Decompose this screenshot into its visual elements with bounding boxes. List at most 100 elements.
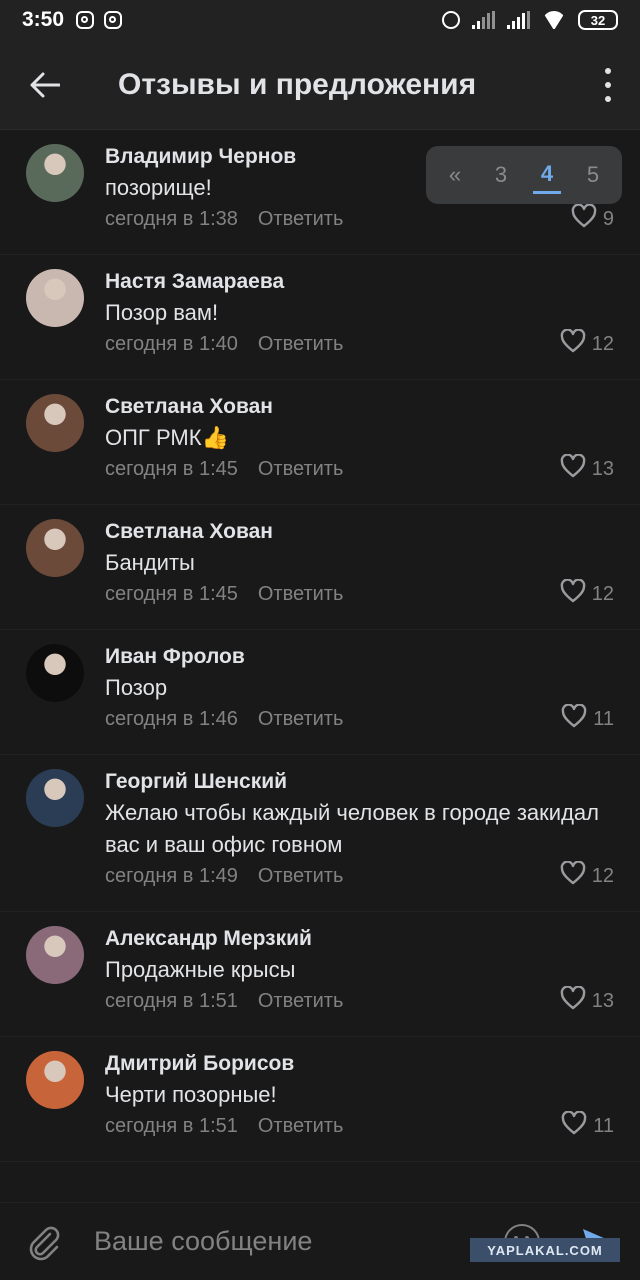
pagination-page-3[interactable]: 3: [487, 158, 515, 192]
reply-button[interactable]: Ответить: [258, 1111, 344, 1141]
comment-author[interactable]: Дмитрий Борисов: [105, 1049, 614, 1079]
comment-text: Позор: [105, 675, 168, 700]
signal-icon: [507, 11, 530, 29]
like-count: 13: [591, 457, 614, 480]
comment-meta: сегодня в 1:45 Ответить: [105, 454, 614, 484]
pagination: « 3 4 5: [426, 146, 622, 204]
comment-author[interactable]: Иван Фролов: [105, 642, 614, 672]
comment-body: Александр Мерзкий Продажные крысы сегодн…: [105, 924, 614, 1036]
like-button[interactable]: 12: [560, 860, 614, 891]
pagination-page-5[interactable]: 5: [579, 158, 607, 192]
comment-author[interactable]: Александр Мерзкий: [105, 924, 614, 954]
reply-button[interactable]: Ответить: [258, 579, 344, 609]
like-count: 11: [593, 1114, 614, 1137]
comment-meta: сегодня в 1:45 Ответить: [105, 579, 614, 609]
avatar[interactable]: [26, 519, 84, 577]
comment-item: Светлана Хован ОПГ РМК👍 сегодня в 1:45 О…: [0, 380, 640, 505]
avatar[interactable]: [26, 769, 84, 827]
like-button[interactable]: 12: [560, 328, 614, 359]
arrow-left-icon: [30, 72, 60, 97]
avatar[interactable]: [26, 926, 84, 984]
like-button[interactable]: 9: [571, 203, 614, 234]
comment-item: Иван Фролов Позор сегодня в 1:46 Ответит…: [0, 630, 640, 755]
comment-meta: сегодня в 1:51 Ответить: [105, 986, 614, 1016]
like-button[interactable]: 11: [561, 1110, 614, 1141]
heart-icon: [560, 985, 586, 1016]
comment-time: сегодня в 1:45: [105, 458, 238, 480]
comment-text: Продажные крысы: [105, 957, 296, 982]
reply-button[interactable]: Ответить: [258, 861, 344, 891]
reply-button[interactable]: Ответить: [258, 204, 344, 234]
comment-time: сегодня в 1:51: [105, 1115, 238, 1137]
comment-time: сегодня в 1:49: [105, 865, 238, 887]
like-count: 12: [591, 864, 614, 887]
heart-icon: [571, 203, 597, 234]
like-button[interactable]: 13: [560, 453, 614, 484]
comment-body: Дмитрий Борисов Черти позорные! сегодня …: [105, 1049, 614, 1161]
paperclip-icon[interactable]: [24, 1222, 64, 1262]
avatar[interactable]: [26, 394, 84, 452]
page-title: Отзывы и предложения: [118, 67, 477, 101]
comment-time: сегодня в 1:46: [105, 708, 238, 730]
comment-item: Светлана Хован Бандиты сегодня в 1:45 От…: [0, 505, 640, 630]
heart-icon: [561, 1110, 587, 1141]
dot-icon: [605, 96, 611, 102]
comment-text: Желаю чтобы каждый человек в городе заки…: [105, 800, 599, 857]
avatar[interactable]: [26, 1051, 84, 1109]
watermark: YAPLAKAL.COM: [470, 1238, 620, 1262]
status-icons: 32: [442, 10, 618, 30]
heart-icon: [560, 328, 586, 359]
like-button[interactable]: 13: [560, 985, 614, 1016]
status-bar: 3:50 32: [0, 0, 640, 40]
like-count: 13: [591, 989, 614, 1012]
comment-meta: сегодня в 1:46 Ответить: [105, 704, 614, 734]
comment-text: Бандиты: [105, 550, 195, 575]
dot-icon: [605, 68, 611, 74]
comment-body: Георгий Шенский Желаю чтобы каждый челов…: [105, 767, 614, 911]
comment-body: Иван Фролов Позор сегодня в 1:46 Ответит…: [105, 642, 614, 754]
comment-author[interactable]: Светлана Хован: [105, 517, 614, 547]
like-count: 9: [602, 207, 614, 230]
pagination-page-4[interactable]: 4: [532, 157, 562, 194]
status-time: 3:50: [22, 8, 65, 31]
instagram-icon: [76, 11, 95, 29]
like-count: 11: [593, 707, 614, 730]
heart-icon: [560, 453, 586, 484]
reply-button[interactable]: Ответить: [258, 454, 344, 484]
comment-text: Позор вам!: [105, 300, 219, 325]
comment-meta: сегодня в 1:40 Ответить: [105, 329, 614, 359]
comment-time: сегодня в 1:51: [105, 990, 238, 1012]
back-button[interactable]: [0, 40, 90, 130]
comment-author[interactable]: Георгий Шенский: [105, 767, 614, 797]
like-button[interactable]: 11: [561, 703, 614, 734]
reply-button[interactable]: Ответить: [258, 329, 344, 359]
avatar[interactable]: [26, 269, 84, 327]
signal-icon: [472, 11, 495, 29]
avatar[interactable]: [26, 644, 84, 702]
alarm-icon: [442, 11, 460, 29]
comment-body: Светлана Хован ОПГ РМК👍 сегодня в 1:45 О…: [105, 392, 614, 504]
dot-icon: [605, 82, 611, 88]
pagination-prev-button[interactable]: «: [441, 158, 469, 192]
heart-icon: [560, 860, 586, 891]
heart-icon: [561, 703, 587, 734]
comment-body: Светлана Хован Бандиты сегодня в 1:45 От…: [105, 517, 614, 629]
reply-button[interactable]: Ответить: [258, 704, 344, 734]
comment-text: Черти позорные!: [105, 1082, 277, 1107]
comment-meta: сегодня в 1:49 Ответить: [105, 861, 614, 891]
more-menu-button[interactable]: [596, 68, 620, 102]
comment-meta: сегодня в 1:38 Ответить: [105, 204, 614, 234]
avatar[interactable]: [26, 144, 84, 202]
message-input[interactable]: [94, 1226, 504, 1257]
comment-item: Георгий Шенский Желаю чтобы каждый челов…: [0, 755, 640, 912]
like-count: 12: [591, 332, 614, 355]
comment-meta: сегодня в 1:51 Ответить: [105, 1111, 614, 1141]
comment-author[interactable]: Настя Замараева: [105, 267, 614, 297]
comment-time: сегодня в 1:38: [105, 208, 238, 230]
wifi-icon: [542, 11, 566, 29]
comment-author[interactable]: Светлана Хован: [105, 392, 614, 422]
like-count: 12: [591, 582, 614, 605]
reply-button[interactable]: Ответить: [258, 986, 344, 1016]
comments-list: Владимир Чернов позорище! сегодня в 1:38…: [0, 130, 640, 1162]
like-button[interactable]: 12: [560, 578, 614, 609]
